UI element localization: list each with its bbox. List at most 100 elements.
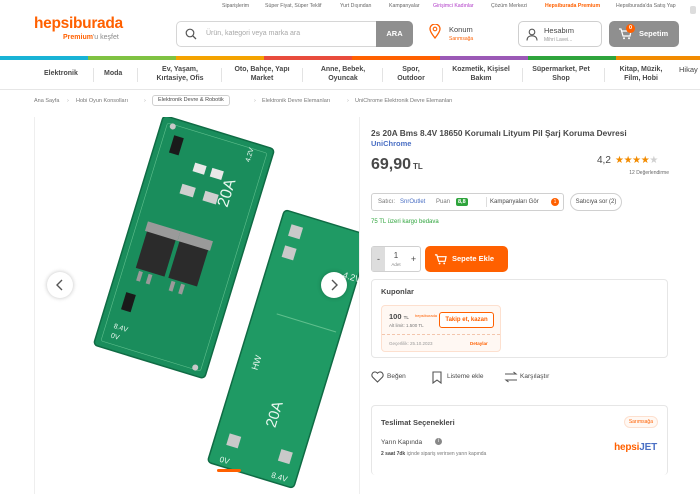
coupon-amount: 100 TL xyxy=(389,312,409,321)
campaigns-count-badge: 1 xyxy=(551,198,559,206)
rating-stars[interactable]: ★★★★★ xyxy=(615,155,658,166)
rating-value: 4,2 xyxy=(597,155,611,166)
hepsijet-logo-b: JET xyxy=(639,442,657,453)
price-value: 69,90 xyxy=(371,156,412,173)
chevron-left-icon xyxy=(56,279,63,291)
search-button[interactable]: ARA xyxy=(376,21,413,47)
product-gallery: 20A 4.2V 0V 8.4V 4.2V 20A HW 0V 8.4V xyxy=(34,117,359,494)
add-to-cart-button[interactable]: Sepete Ekle xyxy=(425,246,508,272)
cart-icon xyxy=(434,254,447,265)
star-icon: ★ xyxy=(632,155,641,166)
seller-name-link[interactable]: SnrOutlet xyxy=(400,199,425,205)
chevron-right-icon xyxy=(331,279,338,291)
coupon-follow-button[interactable]: Takip et, kazan xyxy=(439,312,494,328)
delivery-options-card: Teslimat Seçenekleri Sarımsağa Yarın Kap… xyxy=(371,405,668,475)
gallery-indicator xyxy=(217,469,241,472)
topbar-link-campaigns[interactable]: Kampanyalar xyxy=(389,3,420,9)
category-overflow-text: Hikay xyxy=(679,65,698,74)
gallery-prev-button[interactable] xyxy=(47,272,73,298)
category-auto[interactable]: Oto, Bahçe, Yapı Market xyxy=(232,66,292,83)
breadcrumb-home[interactable]: Ana Sayfa xyxy=(34,98,59,104)
site-logo[interactable]: hepsiburada xyxy=(34,15,123,33)
coupons-title: Kuponlar xyxy=(381,287,414,296)
breadcrumb-hobby[interactable]: Hobi Oyun Konsolları xyxy=(76,98,128,104)
cart-count-badge: 0 xyxy=(626,24,635,33)
quantity-stepper: - 1 Adet + xyxy=(371,246,421,272)
premium-label: Premium xyxy=(63,34,93,41)
coupon-validity: Geçerlilik: 25.10.2023 xyxy=(389,341,433,346)
coupon-details-link[interactable]: Detaylar xyxy=(470,341,488,346)
quantity-unit: Adet xyxy=(391,262,401,267)
gallery-next-button[interactable] xyxy=(321,272,347,298)
category-fashion[interactable]: Moda xyxy=(104,70,122,79)
category-electronics[interactable]: Elektronik xyxy=(44,70,78,79)
category-baby[interactable]: Anne, Bebek, Oyuncak xyxy=(314,66,372,83)
bookmark-icon xyxy=(432,371,442,384)
delivery-countdown: 2 saat 7dk içinde sipariş verirsen yarın… xyxy=(381,451,486,457)
star-icon: ★ xyxy=(649,155,658,166)
search-input[interactable]: Ürün, kategori veya marka ara xyxy=(206,30,300,37)
seller-info: Satıcı: SnrOutlet Puan 8,8 Kampanyaları … xyxy=(371,193,564,211)
topbar-link-help-center[interactable]: Çözüm Merkezi xyxy=(491,3,527,9)
ask-seller-button[interactable]: Satıcıya sor (2) xyxy=(570,193,622,211)
overlay-handle xyxy=(690,6,696,14)
account-username: Mihri Lavei... xyxy=(544,37,573,43)
star-icon: ★ xyxy=(623,155,633,166)
topbar-link-abroad[interactable]: Yurt Dışından xyxy=(340,3,371,9)
product-price: 69,90 TL xyxy=(371,156,423,174)
topbar-link-premium[interactable]: Hepsiburada Premium xyxy=(545,3,600,9)
user-icon xyxy=(526,28,538,41)
coupon-item: 100 TL hepsiburada Alt limit: 1.500 TL T… xyxy=(381,305,501,352)
topbar-link-orders[interactable]: Siparişlerim xyxy=(222,3,249,9)
like-label: Beğen xyxy=(387,373,406,380)
topbar-link-women-entrepreneurs[interactable]: Girişimci Kadınlar xyxy=(433,3,474,9)
compare-icon xyxy=(504,371,518,383)
breadcrumb-brand-circuit[interactable]: UniChrome Elektronik Devre Elemanları xyxy=(355,98,453,104)
top-strip: Siparişlerim Süper Fiyat, Süper Teklif Y… xyxy=(0,0,700,14)
premium-link[interactable]: Premium'u keşfet xyxy=(63,34,119,41)
coupon-brand: hepsiburada xyxy=(415,313,438,318)
topbar-link-super-price[interactable]: Süper Fiyat, Süper Teklif xyxy=(265,3,321,9)
free-shipping-note: 75 TL üzeri kargo bedava xyxy=(371,219,439,225)
cart-label: Sepetim xyxy=(639,29,669,38)
coupon-amount-value: 100 xyxy=(389,312,402,321)
delivery-countdown-time: 2 saat 7dk xyxy=(381,451,406,457)
review-count-link[interactable]: 12 Değerlendirme xyxy=(615,170,669,176)
category-cosmetics[interactable]: Kozmetik, Kişisel Bakım xyxy=(448,66,514,83)
search-bar[interactable]: Ürün, kategori veya marka ara ARA xyxy=(176,21,413,47)
location-value: Sarımsağa xyxy=(449,36,474,42)
delivery-option-name: Yarın Kapında xyxy=(381,439,423,446)
topbar-link-sell[interactable]: Hepsiburada'da Satış Yap xyxy=(616,3,676,9)
category-sports[interactable]: Spor, Outdoor xyxy=(390,66,432,83)
campaigns-link[interactable]: Kampanyaları Gör xyxy=(490,199,539,205)
premium-suffix: 'u keşfet xyxy=(92,34,119,41)
category-supermarket[interactable]: Süpermarket, Pet Shop xyxy=(530,66,592,83)
star-icon: ★ xyxy=(615,155,624,166)
seller-label: Satıcı: xyxy=(378,199,396,205)
location-title: Konum xyxy=(449,25,473,34)
account-title: Hesabım xyxy=(544,26,575,35)
category-books[interactable]: Kitap, Müzik, Film, Hobi xyxy=(612,66,670,83)
search-icon xyxy=(185,28,197,40)
location-pin-icon xyxy=(429,24,441,39)
seller-score-badge: 8,8 xyxy=(456,198,468,206)
quantity-increase-button[interactable]: + xyxy=(407,247,420,271)
coupon-currency: TL xyxy=(403,315,409,320)
category-home[interactable]: Ev, Yaşam, Kırtasiye, Ofis xyxy=(150,66,210,83)
cart-button[interactable]: 0 Sepetim xyxy=(609,21,679,47)
delivery-title: Teslimat Seçenekleri xyxy=(381,418,455,427)
quantity-value[interactable]: 1 xyxy=(385,251,407,260)
heart-icon xyxy=(371,371,384,383)
quantity-decrease-button[interactable]: - xyxy=(372,247,385,271)
breadcrumb-circuit-elements[interactable]: Elektronik Devre Elemanları xyxy=(262,98,330,104)
product-brand-link[interactable]: UniChrome xyxy=(371,139,411,148)
delivery-countdown-text: içinde sipariş verirsen yarın kapında xyxy=(405,451,487,457)
coupons-card: Kuponlar 100 TL hepsiburada Alt limit: 1… xyxy=(371,279,668,358)
delivery-location-chip[interactable]: Sarımsağa xyxy=(623,416,658,428)
info-icon[interactable]: i xyxy=(435,438,442,445)
account-button[interactable]: Hesabım Mihri Lavei... xyxy=(518,21,602,47)
product-image: 20A 4.2V 0V 8.4V 4.2V 20A HW 0V 8.4V xyxy=(93,117,359,489)
hepsijet-logo-a: hepsi xyxy=(614,442,640,453)
breadcrumb-robotics[interactable]: Elektronik Devre & Robotik xyxy=(152,95,230,106)
coupon-min-spend: Alt limit: 1.500 TL xyxy=(389,323,424,328)
